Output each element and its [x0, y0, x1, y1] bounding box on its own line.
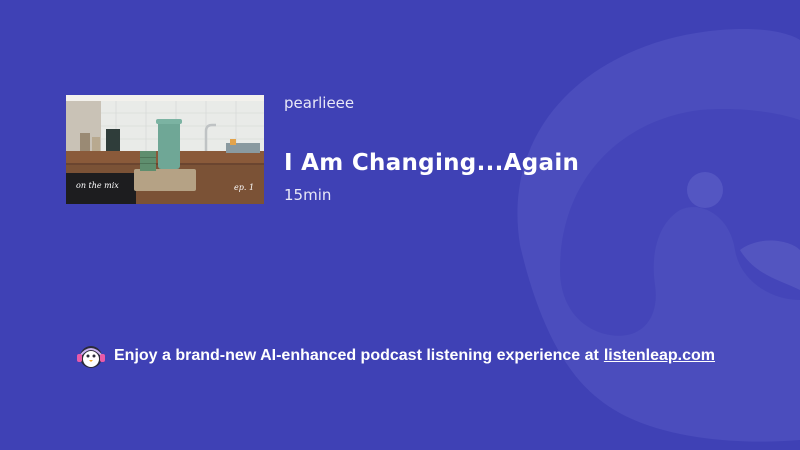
listenleap-logo-watermark-icon — [517, 28, 800, 442]
promo-banner: Enjoy a brand-new AI-enhanced podcast li… — [76, 342, 715, 370]
penguin-headphones-icon — [77, 346, 105, 368]
episode-title[interactable]: I Am Changing...Again — [284, 150, 579, 176]
cover-caption-right: ep. 1 — [234, 183, 255, 192]
episode-author[interactable]: pearlieee — [284, 94, 354, 112]
listenleap-link[interactable]: listenleap.com — [604, 347, 715, 365]
episode-duration: 15min — [284, 186, 332, 204]
player-card: on the mix ep. 1 pearlieee I Am Changing… — [0, 0, 800, 450]
episode-cover-image[interactable]: on the mix ep. 1 — [66, 95, 264, 204]
promo-text: Enjoy a brand-new AI-enhanced podcast li… — [114, 347, 599, 364]
cover-caption-left: on the mix — [76, 181, 119, 190]
